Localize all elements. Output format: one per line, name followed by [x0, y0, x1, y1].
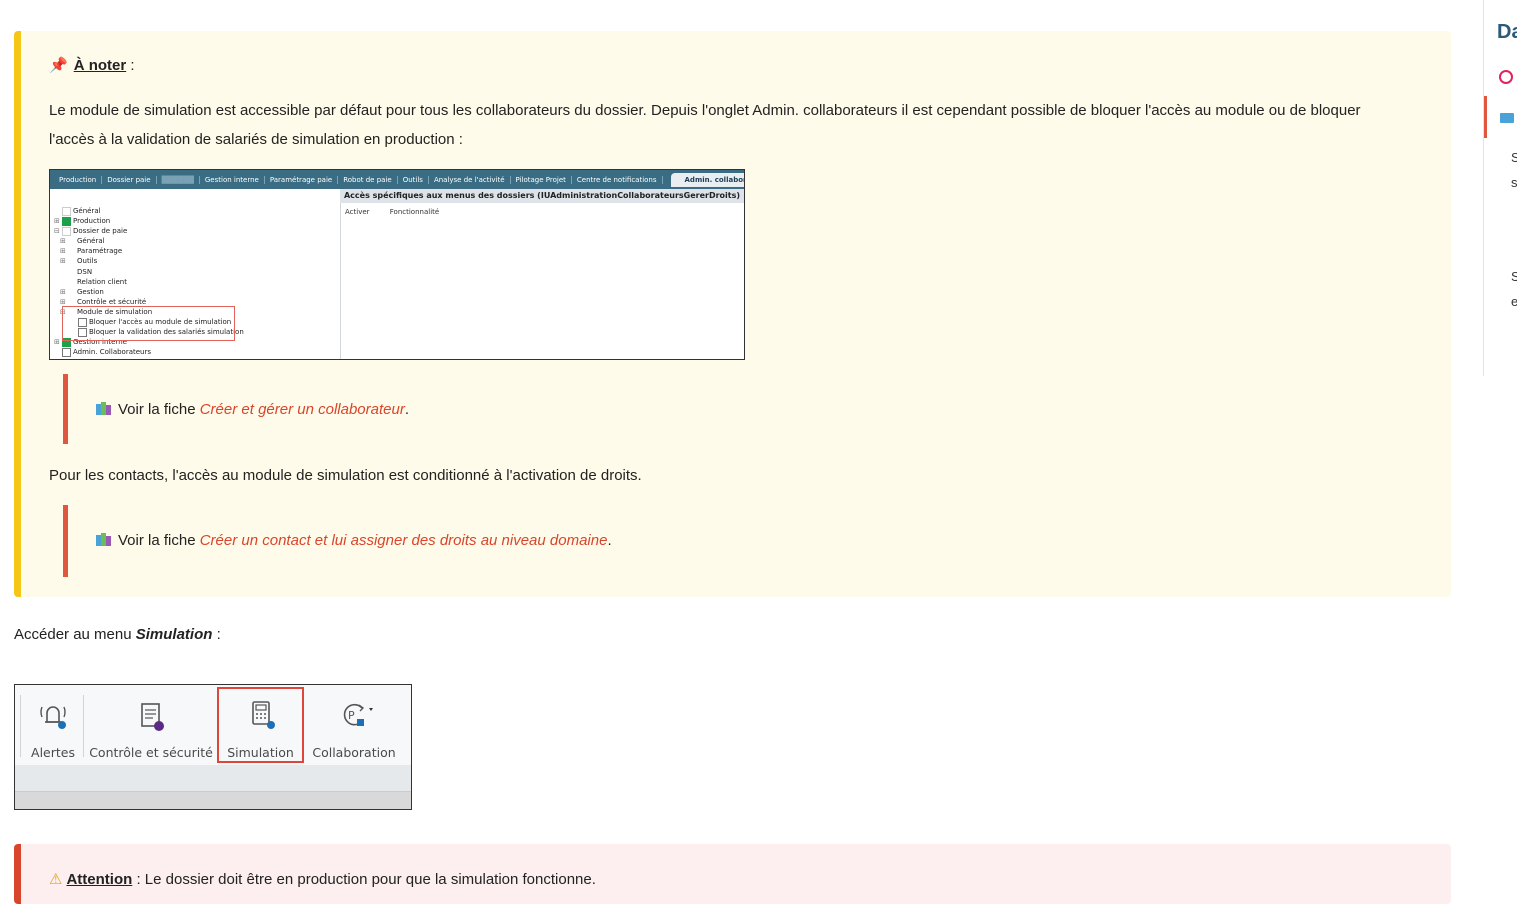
sidebar-text: e: [1511, 294, 1517, 309]
ribbon-screenshot: Alertes Contrôle et sécurité Simulation: [14, 684, 412, 810]
sidebar-active-marker: [1484, 96, 1487, 138]
checkbox-icon: [62, 226, 71, 236]
screenshot-tab-active: Admin. collaborateurs: [670, 172, 744, 187]
attention-callout: ⚠ Attention : Le dossier doit être en pro…: [14, 844, 1451, 904]
link-creer-contact-droits[interactable]: Créer un contact et lui assigner des dro…: [200, 532, 608, 549]
checkbox-icon: [62, 347, 71, 357]
screenshot-tab: Centre de notifications: [572, 175, 663, 184]
highlight-box: [62, 306, 235, 341]
note-callout: 📌 À noter : Le module de simulation est a…: [14, 31, 1451, 597]
highlight-box: [217, 687, 304, 763]
tree-item: Général: [54, 206, 244, 216]
link-creer-gerer-collaborateur[interactable]: Créer et gérer un collaborateur: [200, 401, 405, 418]
ribbon-band: [15, 765, 411, 792]
screenshot-tab: Analyse de l'activité: [429, 175, 511, 184]
note-paragraph-1-line-1: Le module de simulation est accessible p…: [49, 102, 1361, 119]
ribbon: Alertes Contrôle et sécurité Simulation: [15, 685, 411, 766]
tree-item: ⊞ Paramétrage: [60, 247, 123, 256]
screenshot-tab-blurred: ██████: [157, 175, 200, 184]
ribbon-separator: [20, 695, 21, 757]
sidebar-title: Da: [1497, 21, 1517, 43]
ribbon-separator: [83, 695, 84, 757]
pushpin-icon: 📌: [49, 57, 68, 74]
svg-text:P: P: [348, 709, 355, 722]
tree-item: Admin. Collaborateurs: [54, 347, 244, 357]
admin-collaborateurs-screenshot: Production Dossier paie ██████ Gestion i…: [49, 169, 745, 360]
screenshot-tab: Dossier paie: [102, 175, 157, 184]
tree-item: ⊞ Outils: [60, 257, 98, 266]
screenshot-tab: Production: [54, 175, 103, 184]
screenshot-tab: Paramétrage paie: [265, 175, 339, 184]
checkbox-icon: [62, 206, 71, 216]
tree-item: ⊞ Production: [54, 216, 111, 226]
note-paragraph-2: Pour les contacts, l'accès au module de …: [49, 467, 642, 484]
see-also-quote-2: Voir la fiche Créer un contact et lui as…: [63, 505, 1433, 577]
sidebar-text: S: [1511, 269, 1517, 284]
screenshot-divider: [340, 203, 341, 359]
target-icon: [1499, 70, 1513, 84]
tree-item: DSN: [77, 267, 93, 276]
bell-icon: [40, 706, 66, 729]
ribbon-button-controle-securite[interactable]: Contrôle et sécurité: [87, 685, 215, 765]
books-icon: [96, 533, 112, 546]
screenshot-tab: Robot de paie: [338, 175, 398, 184]
ribbon-button-alertes[interactable]: Alertes: [25, 685, 81, 765]
warning-icon: ⚠: [49, 871, 63, 888]
note-title: 📌 À noter :: [49, 57, 135, 74]
see-also-quote-1: Voir la fiche Créer et gérer un collabor…: [63, 374, 1433, 444]
right-sidebar: Da S s S e: [1483, 0, 1517, 376]
screenshot-tab-bar: Production Dossier paie ██████ Gestion i…: [50, 170, 744, 189]
note-paragraph-1-line-2: l'accès à la validation de salariés de s…: [49, 131, 463, 148]
sidebar-text: S: [1511, 150, 1517, 165]
screenshot-tab: Outils: [398, 175, 429, 184]
document-check-icon: [141, 703, 164, 731]
sidebar-text: s: [1511, 175, 1517, 190]
screenshot-columns: Activer Fonctionnalité: [345, 208, 457, 216]
tree-item: ⊟ Dossier de paie: [54, 226, 128, 236]
laptop-icon: [1500, 113, 1514, 123]
screenshot-tab: Pilotage Projet: [511, 175, 572, 184]
column-activer: Activer: [345, 208, 370, 216]
ribbon-button-collaboration[interactable]: P Collaboration: [309, 685, 399, 765]
access-instruction: Accéder au menu Simulation :: [14, 626, 221, 643]
checkbox-checked-icon: [62, 216, 71, 226]
tree-item: ⊞ Général: [60, 237, 105, 246]
tree-item: Relation client: [77, 277, 127, 286]
screenshot-tab: Gestion interne: [200, 175, 265, 184]
tree-item: ⊞ Gestion: [60, 287, 104, 296]
column-fonctionnalite: Fonctionnalité: [389, 208, 440, 216]
books-icon: [96, 402, 112, 415]
screenshot-panel-header: Accès spécifiques aux menus des dossiers…: [340, 189, 744, 203]
collaboration-icon: P: [343, 703, 373, 726]
